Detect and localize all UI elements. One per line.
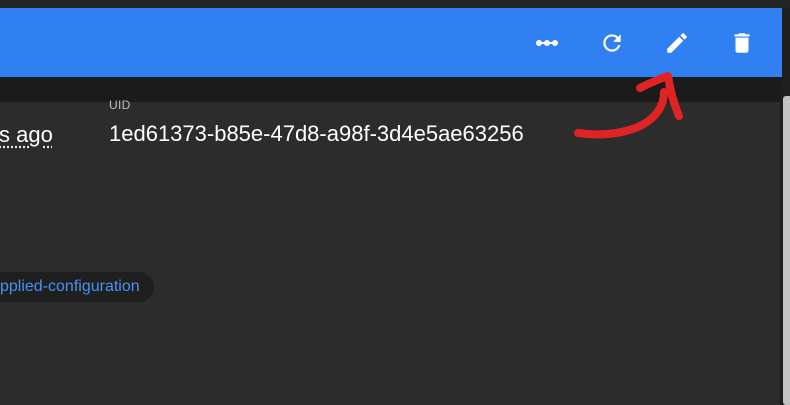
refresh-button[interactable]	[594, 25, 630, 61]
uid-value: 1ed61373-b85e-47d8-a98f-3d4e5ae63256	[109, 121, 524, 146]
details-panel	[0, 102, 780, 405]
refresh-icon	[599, 30, 625, 56]
resource-detail-page: s ago UID 1ed61373-b85e-47d8-a98f-3d4e5a…	[0, 0, 790, 405]
trash-icon	[729, 30, 755, 56]
uid-label: UID	[109, 98, 131, 112]
more-button[interactable]	[529, 25, 565, 61]
action-toolbar	[0, 8, 782, 77]
delete-button[interactable]	[724, 25, 760, 61]
chip-label: pplied-configuration	[0, 278, 140, 295]
scrollbar-thumb[interactable]	[783, 96, 790, 405]
window-top-strip	[0, 0, 790, 8]
edit-button[interactable]	[659, 25, 695, 61]
annotation-chip[interactable]: pplied-configuration	[0, 272, 154, 302]
age-value: s ago	[0, 122, 53, 147]
more-horizontal-icon	[533, 29, 561, 57]
pencil-icon	[664, 30, 690, 56]
